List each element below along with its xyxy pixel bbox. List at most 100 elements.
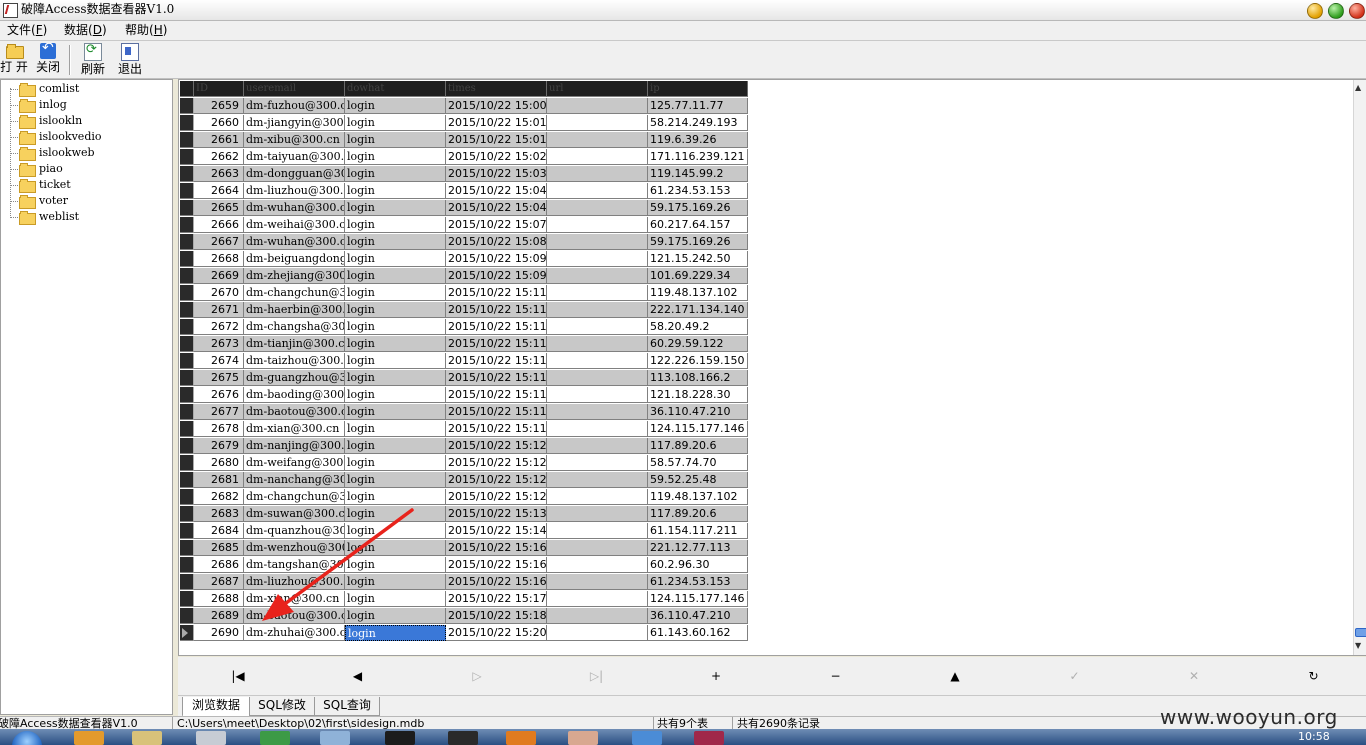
cell-useremail[interactable]: dm-zhuhai@300.cn: [244, 625, 345, 641]
cell-dowhat[interactable]: login: [345, 523, 446, 539]
cell-times[interactable]: 2015/10/22 15:11: [446, 421, 547, 437]
cell-useremail[interactable]: dm-baotou@300.cn: [244, 608, 345, 624]
cell-times[interactable]: 2015/10/22 15:04: [446, 183, 547, 199]
taskbar-explorer-icon[interactable]: [632, 731, 662, 745]
cell-times[interactable]: 2015/10/22 15:12: [446, 438, 547, 454]
cell-times[interactable]: 2015/10/22 15:09: [446, 268, 547, 284]
cell-dowhat[interactable]: login: [345, 115, 446, 131]
cell-url[interactable]: [547, 166, 648, 182]
cell-id[interactable]: 2689: [194, 608, 244, 624]
nav-first-button[interactable]: |◀: [228, 667, 248, 685]
cell-dowhat[interactable]: login: [345, 234, 446, 250]
cell-useremail[interactable]: dm-nanchang@300.c: [244, 472, 345, 488]
cell-useremail[interactable]: dm-quanzhou@300.c: [244, 523, 345, 539]
cell-ip[interactable]: 59.52.25.48: [648, 472, 748, 488]
cell-times[interactable]: 2015/10/22 15:11: [446, 336, 547, 352]
table-row[interactable]: 2663dm-dongguan@300.clogin2015/10/22 15:…: [180, 166, 748, 183]
cell-ip[interactable]: 36.110.47.210: [648, 608, 748, 624]
cell-url[interactable]: [547, 421, 648, 437]
cell-useremail[interactable]: dm-guangzhou@300.: [244, 370, 345, 386]
cell-useremail[interactable]: dm-taiyuan@300.cn: [244, 149, 345, 165]
exit-button[interactable]: 退出: [116, 43, 144, 77]
cell-id[interactable]: 2684: [194, 523, 244, 539]
table-row[interactable]: 2672dm-changsha@300.clogin2015/10/22 15:…: [180, 319, 748, 336]
cell-url[interactable]: [547, 234, 648, 250]
cell-useremail[interactable]: dm-liuzhou@300.cn: [244, 574, 345, 590]
taskbar-app-icon[interactable]: [74, 731, 104, 745]
cell-dowhat[interactable]: login: [345, 489, 446, 505]
cell-useremail[interactable]: dm-changsha@300.c: [244, 319, 345, 335]
minimize-button[interactable]: [1307, 3, 1323, 19]
row-indicator[interactable]: [180, 353, 194, 369]
cell-useremail[interactable]: dm-dongguan@300.c: [244, 166, 345, 182]
cell-id[interactable]: 2677: [194, 404, 244, 420]
cell-useremail[interactable]: dm-xian@300.cn: [244, 591, 345, 607]
cell-ip[interactable]: 124.115.177.146: [648, 591, 748, 607]
menu-file[interactable]: 文件(F): [7, 23, 47, 37]
cell-url[interactable]: [547, 574, 648, 590]
cell-times[interactable]: 2015/10/22 15:17: [446, 591, 547, 607]
cell-dowhat[interactable]: login: [345, 302, 446, 318]
cell-url[interactable]: [547, 183, 648, 199]
cell-ip[interactable]: 221.12.77.113: [648, 540, 748, 556]
cell-ip[interactable]: 119.6.39.26: [648, 132, 748, 148]
taskbar-terminal-icon[interactable]: [385, 731, 415, 745]
taskbar-red-app-icon[interactable]: [694, 731, 724, 745]
table-row[interactable]: 2680dm-weifang@300.cnlogin2015/10/22 15:…: [180, 455, 748, 472]
maximize-button[interactable]: [1328, 3, 1344, 19]
table-tree[interactable]: comlist inlog islookln islookvedio islookweb…: [0, 79, 173, 715]
row-indicator[interactable]: [180, 557, 194, 573]
cell-useremail[interactable]: dm-taizhou@300.cn: [244, 353, 345, 369]
cell-dowhat[interactable]: login: [345, 438, 446, 454]
cell-dowhat[interactable]: login: [345, 404, 446, 420]
taskbar-window-icon[interactable]: [320, 731, 350, 745]
row-indicator[interactable]: [180, 489, 194, 505]
table-row[interactable]: 2684dm-quanzhou@300.clogin2015/10/22 15:…: [180, 523, 748, 540]
cell-id[interactable]: 2673: [194, 336, 244, 352]
table-row[interactable]: 2674dm-taizhou@300.cnlogin2015/10/22 15:…: [180, 353, 748, 370]
row-indicator[interactable]: [180, 404, 194, 420]
cell-ip[interactable]: 59.175.169.26: [648, 200, 748, 216]
cell-id[interactable]: 2675: [194, 370, 244, 386]
cell-dowhat[interactable]: login: [345, 387, 446, 403]
cell-times[interactable]: 2015/10/22 15:11: [446, 353, 547, 369]
row-indicator[interactable]: [180, 472, 194, 488]
scroll-down-icon[interactable]: ▼: [1355, 641, 1361, 651]
nav-refresh-button[interactable]: ↻: [1304, 667, 1324, 685]
close-button[interactable]: 关闭: [34, 40, 62, 77]
table-row[interactable]: 2659 dm-fuzhou@300.cn login 2015/10/22 15:0…: [180, 98, 748, 115]
cell-id[interactable]: 2683: [194, 506, 244, 522]
cell-url[interactable]: [547, 438, 648, 454]
start-button[interactable]: [12, 731, 42, 745]
column-header-dowhat[interactable]: dowhat: [345, 81, 446, 97]
cell-url[interactable]: [547, 149, 648, 165]
row-indicator[interactable]: [180, 149, 194, 165]
cell-url[interactable]: [547, 523, 648, 539]
cell-dowhat[interactable]: login: [345, 149, 446, 165]
cell-dowhat[interactable]: login: [345, 472, 446, 488]
cell-ip[interactable]: 119.145.99.2: [648, 166, 748, 182]
cell-ip[interactable]: 119.48.137.102: [648, 285, 748, 301]
cell-ip[interactable]: 61.143.60.162: [648, 625, 748, 641]
cell-dowhat[interactable]: login: [345, 540, 446, 556]
cell-id[interactable]: 2680: [194, 455, 244, 471]
cell-dowhat[interactable]: login: [345, 166, 446, 182]
cell-id[interactable]: 2678: [194, 421, 244, 437]
cell-useremail[interactable]: dm-nanjing@300.cn: [244, 438, 345, 454]
cell-times[interactable]: 2015/10/22 15:08: [446, 234, 547, 250]
cell-ip[interactable]: 61.234.53.153: [648, 183, 748, 199]
cell-url[interactable]: [547, 132, 648, 148]
table-row[interactable]: 2687dm-liuzhou@300.cnlogin2015/10/22 15:…: [180, 574, 748, 591]
nav-next-button[interactable]: ▷: [467, 667, 487, 685]
row-indicator[interactable]: [180, 251, 194, 267]
cell-id[interactable]: 2669: [194, 268, 244, 284]
row-indicator[interactable]: [180, 302, 194, 318]
cell-ip[interactable]: 117.89.20.6: [648, 506, 748, 522]
cell-id[interactable]: 2674: [194, 353, 244, 369]
nav-prior-button[interactable]: ◀: [348, 667, 368, 685]
cell-dowhat[interactable]: login: [345, 353, 446, 369]
column-header-ip[interactable]: ip: [648, 81, 748, 97]
cell-times[interactable]: 2015/10/22 15:16: [446, 540, 547, 556]
cell-url[interactable]: [547, 506, 648, 522]
cell-ip[interactable]: 60.2.96.30: [648, 557, 748, 573]
